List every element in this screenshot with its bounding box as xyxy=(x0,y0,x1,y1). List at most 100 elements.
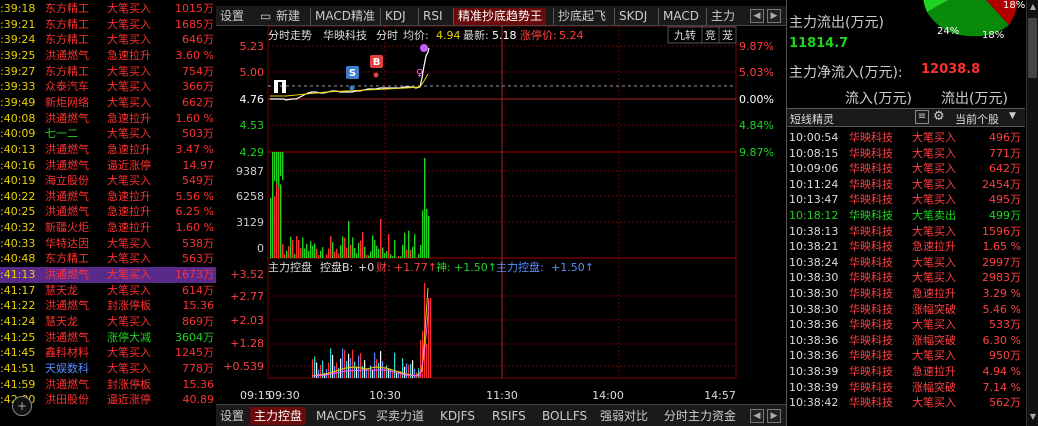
scroll-right-icon[interactable]: ▶ xyxy=(767,409,781,423)
row-action: 大笔卖出 xyxy=(912,209,956,222)
nine-turn-button[interactable]: 九转 xyxy=(674,28,696,42)
tab-buy-sell-force[interactable]: 买卖力道 xyxy=(372,407,428,425)
scrollbar-thumb[interactable] xyxy=(1028,18,1037,78)
tab-macdfs[interactable]: MACDFS xyxy=(312,407,370,425)
pct-tick: 4.84% xyxy=(739,119,774,132)
tab-rsi[interactable]: RSI xyxy=(418,8,447,25)
short-line-row[interactable]: 10:13:47 华映科技 大笔买入 495万 xyxy=(787,192,1025,207)
add-icon[interactable]: + xyxy=(12,396,32,416)
short-line-row[interactable]: 10:11:24 华映科技 大笔买入 2454万 xyxy=(787,177,1025,192)
short-line-row[interactable]: 10:18:12 华映科技 大笔卖出 499万 xyxy=(787,208,1025,223)
alert-action: 大笔买入 xyxy=(107,252,151,266)
alert-row[interactable]: :39:21 东方精工 大笔买入 1685万 xyxy=(0,17,216,33)
alert-row[interactable]: :40:48 东方精工 大笔买入 563万 xyxy=(0,251,216,267)
alert-row[interactable]: :41:45 鑫科材料 大笔买入 1245万 xyxy=(0,345,216,361)
scroll-right-icon[interactable]: ▶ xyxy=(767,9,781,23)
auction-button[interactable]: 竞 xyxy=(705,28,716,42)
alert-row[interactable]: :41:25 洪通燃气 涨停大减 3604万 xyxy=(0,330,216,346)
alert-row[interactable]: :40:08 洪通燃气 急速拉升 1.60 % xyxy=(0,111,216,127)
short-line-row[interactable]: 10:38:39 华映科技 急速拉升 4.94 % xyxy=(787,364,1025,379)
tab-main-control[interactable]: 主力控盘 xyxy=(250,407,307,425)
short-line-row[interactable]: 10:38:24 华映科技 大笔买入 2997万 xyxy=(787,255,1025,270)
alert-row[interactable]: :40:32 新疆火炬 急速拉升 1.60 % xyxy=(0,220,216,236)
tab-skdj[interactable]: SKDJ xyxy=(614,8,651,25)
short-line-row[interactable]: 10:08:15 华映科技 大笔买入 771万 xyxy=(787,146,1025,161)
short-line-row[interactable]: 10:38:21 华映科技 急速拉升 1.65 % xyxy=(787,239,1025,254)
tab-main-force[interactable]: 主力 xyxy=(706,8,739,25)
sell-signal-label: S xyxy=(349,68,356,79)
tab-precise-bottom-trend[interactable]: 精准抄底趋势王 xyxy=(453,8,547,25)
alert-row[interactable]: :40:33 华特达因 大笔买入 538万 xyxy=(0,236,216,252)
stock-name: 华映科技 xyxy=(323,28,367,42)
alert-row[interactable]: :40:25 洪通燃气 急速拉升 6.25 % xyxy=(0,204,216,220)
alert-row[interactable]: :39:24 东方精工 大笔买入 646万 xyxy=(0,32,216,48)
short-line-row[interactable]: 10:38:36 华映科技 大笔买入 950万 xyxy=(787,348,1025,363)
chevron-down-icon[interactable]: ▼ xyxy=(1009,111,1016,121)
intraday-chart[interactable]: S B ♀ 分时走势 华映科技 分时 均价: 4.94 最新: 5.18 涨停价… xyxy=(216,26,786,404)
short-line-row[interactable]: 10:00:54 华映科技 大笔买入 496万 xyxy=(787,130,1025,145)
scrollbar[interactable]: ▲ ▼ xyxy=(1026,0,1038,426)
short-line-row[interactable]: 10:38:36 华映科技 大笔买入 533万 xyxy=(787,317,1025,332)
tab-macd-precise[interactable]: MACD精准 xyxy=(310,8,379,25)
alert-row[interactable]: :41:59 洪通燃气 封涨停板 15.36 xyxy=(0,377,216,393)
alert-row[interactable]: :41:24 慧天龙 大笔买入 869万 xyxy=(0,314,216,330)
indicator-bar xyxy=(340,358,342,378)
alert-value: 3604万 xyxy=(175,330,214,344)
scroll-down-icon[interactable]: ▼ xyxy=(1028,412,1038,424)
alert-stock-name: 洪通燃气 xyxy=(45,377,89,391)
alert-row[interactable]: :40:19 海立股份 大笔买入 549万 xyxy=(0,173,216,189)
scroll-up-icon[interactable]: ▲ xyxy=(1028,2,1038,14)
short-line-row[interactable]: 10:38:36 华映科技 涨幅突破 6.30 % xyxy=(787,333,1025,348)
alert-value: 6.25 % xyxy=(175,205,214,219)
short-line-row[interactable]: 10:38:42 华映科技 大笔买入 562万 xyxy=(787,395,1025,410)
alert-row[interactable]: :39:33 众泰汽车 大笔买入 366万 xyxy=(0,79,216,95)
alert-row[interactable]: :39:27 东方精工 大笔买入 754万 xyxy=(0,64,216,80)
alert-stock-name: 天娱数科 xyxy=(45,361,89,375)
tab-settings[interactable]: 设置 xyxy=(216,8,248,25)
extra-button[interactable]: 茏 xyxy=(722,29,733,42)
pie-label: 18% xyxy=(982,30,1004,41)
short-line-row[interactable]: 10:09:06 华映科技 大笔买入 642万 xyxy=(787,161,1025,176)
row-value: 533万 xyxy=(989,318,1021,332)
short-line-row[interactable]: 10:38:39 华映科技 涨幅突破 7.14 % xyxy=(787,380,1025,395)
alert-row[interactable]: :41:22 洪通燃气 封涨停板 15.36 xyxy=(0,298,216,314)
alert-row[interactable]: :40:16 洪通燃气 逼近涨停 14.97 xyxy=(0,158,216,174)
tab-main-fund[interactable]: 分时主力资金 xyxy=(660,407,740,425)
alert-value: 40.89 xyxy=(182,393,215,407)
alert-row[interactable]: :41:17 慧天龙 大笔买入 614万 xyxy=(0,283,216,299)
tab-settings-bottom[interactable]: 设置 xyxy=(216,407,248,425)
row-action: 大笔买入 xyxy=(912,177,956,191)
short-line-row[interactable]: 10:38:13 华映科技 大笔买入 1596万 xyxy=(787,224,1025,239)
list-icon[interactable]: ≡ xyxy=(915,110,929,124)
scroll-left-icon[interactable]: ◀ xyxy=(750,409,764,423)
tab-kdjfs[interactable]: KDJFS xyxy=(436,407,479,425)
tab-rsifs[interactable]: RSIFS xyxy=(488,407,530,425)
short-line-row[interactable]: 10:38:30 华映科技 涨幅突破 5.46 % xyxy=(787,302,1025,317)
alert-action: 大笔买入 xyxy=(107,2,151,15)
alert-row[interactable]: :40:22 洪通燃气 急速拉升 5.56 % xyxy=(0,189,216,205)
short-line-row[interactable]: 10:38:30 华映科技 大笔买入 2983万 xyxy=(787,270,1025,285)
tab-bollfs[interactable]: BOLLFS xyxy=(538,407,591,425)
row-stock-name: 华映科技 xyxy=(849,318,893,332)
alert-row[interactable]: :40:13 洪通燃气 急速拉升 3.47 % xyxy=(0,142,216,158)
gear-icon[interactable]: ⚙ xyxy=(933,109,945,124)
short-line-row[interactable]: 10:38:30 华映科技 急速拉升 3.29 % xyxy=(787,286,1025,301)
tab-macd[interactable]: MACD xyxy=(658,8,703,25)
scroll-left-icon[interactable]: ◀ xyxy=(750,9,764,23)
tab-bottom-takeoff[interactable]: 抄底起飞 xyxy=(553,8,610,25)
alert-row[interactable]: :39:25 洪通燃气 急速拉升 3.60 % xyxy=(0,48,216,64)
alert-row[interactable]: :39:49 新炬网络 大笔买入 662万 xyxy=(0,95,216,111)
alert-row[interactable]: :40:09 七一二 大笔买入 503万 xyxy=(0,126,216,142)
alert-row[interactable]: :41:51 天娱数科 大笔买入 778万 xyxy=(0,361,216,377)
alert-row[interactable]: :42:00洪田股份逼近涨停40.89 xyxy=(0,392,216,408)
tab-kdj[interactable]: KDJ xyxy=(380,8,410,25)
tab-strength-compare[interactable]: 强弱对比 xyxy=(596,407,652,425)
row-action: 大笔买入 xyxy=(912,131,956,144)
current-stock-dropdown[interactable]: 当前个股 xyxy=(955,111,999,127)
tab-new[interactable]: 新建 xyxy=(272,8,304,25)
row-time: 10:38:36 xyxy=(789,349,839,363)
alert-row[interactable]: :41:13 洪通燃气 大笔买入 1673万 xyxy=(0,267,216,283)
indicator-bar xyxy=(430,298,432,378)
row-value: 495万 xyxy=(989,193,1021,207)
alert-row[interactable]: :39:18 东方精工 大笔买入 1015万 xyxy=(0,1,216,17)
